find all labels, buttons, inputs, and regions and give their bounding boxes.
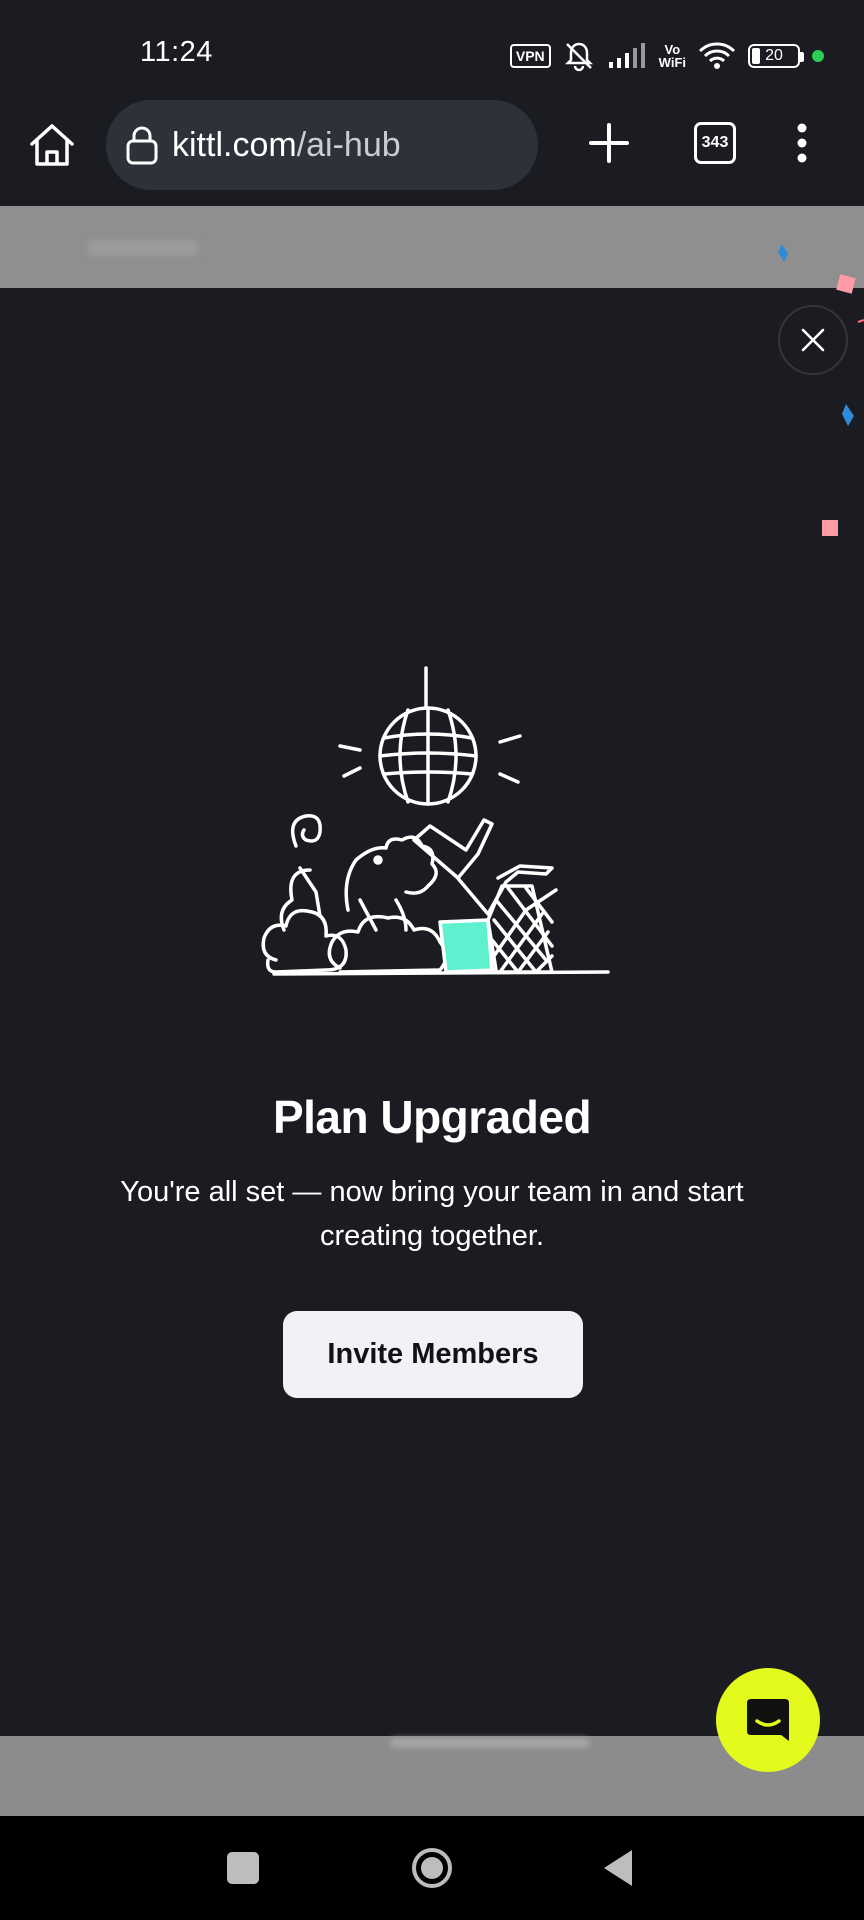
lock-icon [126,126,158,165]
disco-party-illustration [261,666,610,976]
more-vert-icon[interactable] [790,122,814,164]
wifi-icon [698,42,736,69]
modal-description: You're all set — now bring your team in … [120,1176,744,1252]
vowifi-icon: Vo WiFi [658,42,686,70]
backdrop-page-header [0,206,864,288]
recents-icon[interactable] [227,1852,259,1884]
bell-muted-icon [564,42,593,72]
browser-toolbar: kittl.com/ai-hub 343 [0,100,864,206]
address-bar[interactable]: kittl.com/ai-hub [106,100,538,190]
tabs-count-button[interactable]: 343 [694,122,736,164]
status-time: 11:24 [140,36,213,68]
back-icon[interactable] [600,1846,636,1890]
system-nav-bar [0,1816,864,1920]
chat-button[interactable] [716,1668,820,1772]
signal-icon [608,43,645,68]
upgrade-modal [0,288,864,1736]
home-icon[interactable] [26,120,78,172]
modal-title: Plan Upgraded [272,1091,592,1143]
status-icons: VPN Vo WiFi 20 [509,36,824,76]
battery-icon: 20 [748,44,804,68]
status-bar: 11:24 VPN Vo WiFi 20 [0,0,864,100]
privacy-indicator-dot [812,50,824,62]
invite-members-button[interactable]: Invite Members [283,1311,583,1398]
url-text: kittl.com/ai-hub [172,125,401,164]
vpn-icon: VPN [509,44,551,68]
new-tab-plus-icon[interactable] [586,120,632,166]
home-circle-icon[interactable] [410,1846,454,1890]
chat-icon [747,1699,789,1741]
confetti [778,244,864,536]
